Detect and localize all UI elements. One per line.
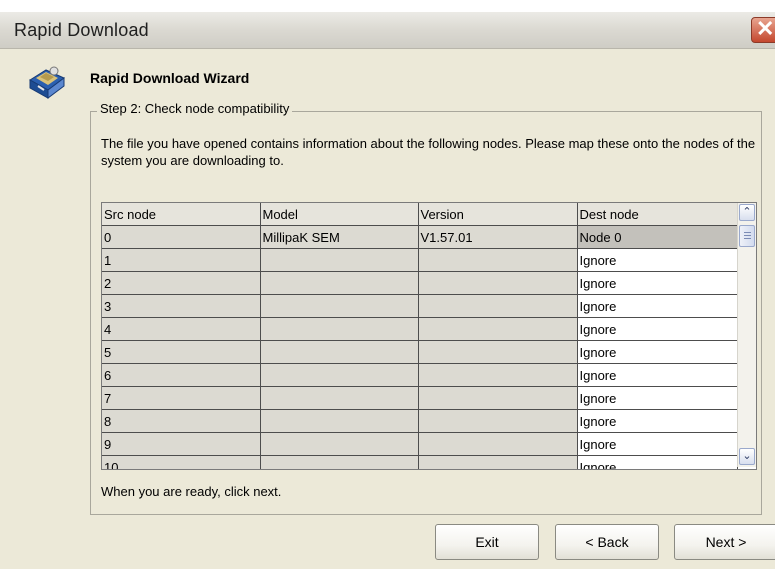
- column-header-src-node[interactable]: Src node: [102, 203, 261, 226]
- src-node-cell: 5: [102, 340, 261, 364]
- title-bar[interactable]: Rapid Download ✕: [0, 12, 775, 49]
- version-cell: [418, 294, 578, 318]
- chevron-up-icon: ⌃: [742, 206, 752, 218]
- step-title: Step 2: Check node compatibility: [97, 101, 293, 116]
- grid-scrollbar[interactable]: ⌃ ⌄: [737, 203, 756, 467]
- column-header-model[interactable]: Model: [260, 203, 419, 226]
- dest-node-cell[interactable]: Ignore: [577, 271, 738, 295]
- scroll-down-button[interactable]: ⌄: [739, 448, 755, 465]
- src-node-cell: 6: [102, 363, 261, 387]
- version-cell: [418, 455, 578, 469]
- column-header-version[interactable]: Version: [418, 203, 578, 226]
- table-row[interactable]: 4 Ignore: [102, 317, 738, 341]
- version-cell: [418, 363, 578, 387]
- model-cell: [260, 432, 419, 456]
- src-node-cell: 1: [102, 248, 261, 272]
- model-cell: [260, 271, 419, 295]
- dest-node-cell[interactable]: Ignore: [577, 340, 738, 364]
- model-cell: [260, 363, 419, 387]
- src-node-cell: 0: [102, 225, 261, 249]
- dest-node-cell[interactable]: Ignore: [577, 248, 738, 272]
- dest-node-cell[interactable]: Ignore: [577, 317, 738, 341]
- version-cell: [418, 386, 578, 410]
- version-cell: [418, 248, 578, 272]
- exit-button[interactable]: Exit: [435, 524, 539, 560]
- step-description: The file you have opened contains inform…: [101, 136, 756, 168]
- table-row[interactable]: 6 Ignore: [102, 363, 738, 387]
- close-icon: ✕: [756, 16, 775, 41]
- table-row[interactable]: 5 Ignore: [102, 340, 738, 364]
- ready-instruction: When you are ready, click next.: [101, 484, 282, 499]
- table-row[interactable]: 9 Ignore: [102, 432, 738, 456]
- table-header-row: Src node Model Version Dest node: [102, 203, 738, 226]
- dest-node-cell[interactable]: Ignore: [577, 363, 738, 387]
- src-node-cell: 7: [102, 386, 261, 410]
- table-row[interactable]: 0 MillipaK SEM V1.57.01 Node 0: [102, 225, 738, 249]
- table-row[interactable]: 7 Ignore: [102, 386, 738, 410]
- next-button[interactable]: Next >: [674, 524, 775, 560]
- dest-node-cell[interactable]: Ignore: [577, 409, 738, 433]
- model-cell: MillipaK SEM: [260, 225, 419, 249]
- model-cell: [260, 386, 419, 410]
- src-node-cell: 3: [102, 294, 261, 318]
- table-row[interactable]: 3 Ignore: [102, 294, 738, 318]
- version-cell: [418, 317, 578, 341]
- dest-node-cell[interactable]: Ignore: [577, 432, 738, 456]
- version-cell: [418, 409, 578, 433]
- version-cell: [418, 432, 578, 456]
- version-cell: [418, 340, 578, 364]
- model-cell: [260, 248, 419, 272]
- table-row[interactable]: 8 Ignore: [102, 409, 738, 433]
- model-cell: [260, 317, 419, 341]
- version-cell: V1.57.01: [418, 225, 578, 249]
- src-node-cell: 2: [102, 271, 261, 295]
- close-button[interactable]: ✕: [751, 16, 775, 43]
- table-row[interactable]: 1 Ignore: [102, 248, 738, 272]
- version-cell: [418, 271, 578, 295]
- window-title: Rapid Download: [14, 20, 149, 40]
- model-cell: [260, 340, 419, 364]
- src-node-cell: 9: [102, 432, 261, 456]
- column-header-dest-node[interactable]: Dest node: [577, 203, 738, 226]
- wizard-title: Rapid Download Wizard: [90, 70, 250, 86]
- rapid-download-icon: [29, 66, 65, 99]
- src-node-cell: 10: [102, 455, 261, 469]
- dest-node-cell[interactable]: Ignore: [577, 455, 738, 469]
- wizard-window: Rapid Download ✕ Rapid Download Wizard S…: [0, 0, 775, 569]
- scroll-thumb[interactable]: [739, 225, 755, 247]
- model-cell: [260, 455, 419, 469]
- model-cell: [260, 409, 419, 433]
- table-row[interactable]: 10 Ignore: [102, 455, 738, 469]
- scroll-up-button[interactable]: ⌃: [739, 204, 755, 221]
- node-mapping-grid[interactable]: Src node Model Version Dest node 0 Millip…: [101, 202, 757, 470]
- src-node-cell: 8: [102, 409, 261, 433]
- back-button[interactable]: < Back: [555, 524, 659, 560]
- src-node-cell: 4: [102, 317, 261, 341]
- table-row[interactable]: 2 Ignore: [102, 271, 738, 295]
- node-table: Src node Model Version Dest node 0 Millip…: [102, 203, 738, 469]
- dest-node-cell[interactable]: Node 0: [577, 225, 738, 249]
- model-cell: [260, 294, 419, 318]
- top-strip: [0, 0, 775, 12]
- dest-node-cell[interactable]: Ignore: [577, 294, 738, 318]
- dest-node-cell[interactable]: Ignore: [577, 386, 738, 410]
- chevron-down-icon: ⌄: [742, 450, 752, 462]
